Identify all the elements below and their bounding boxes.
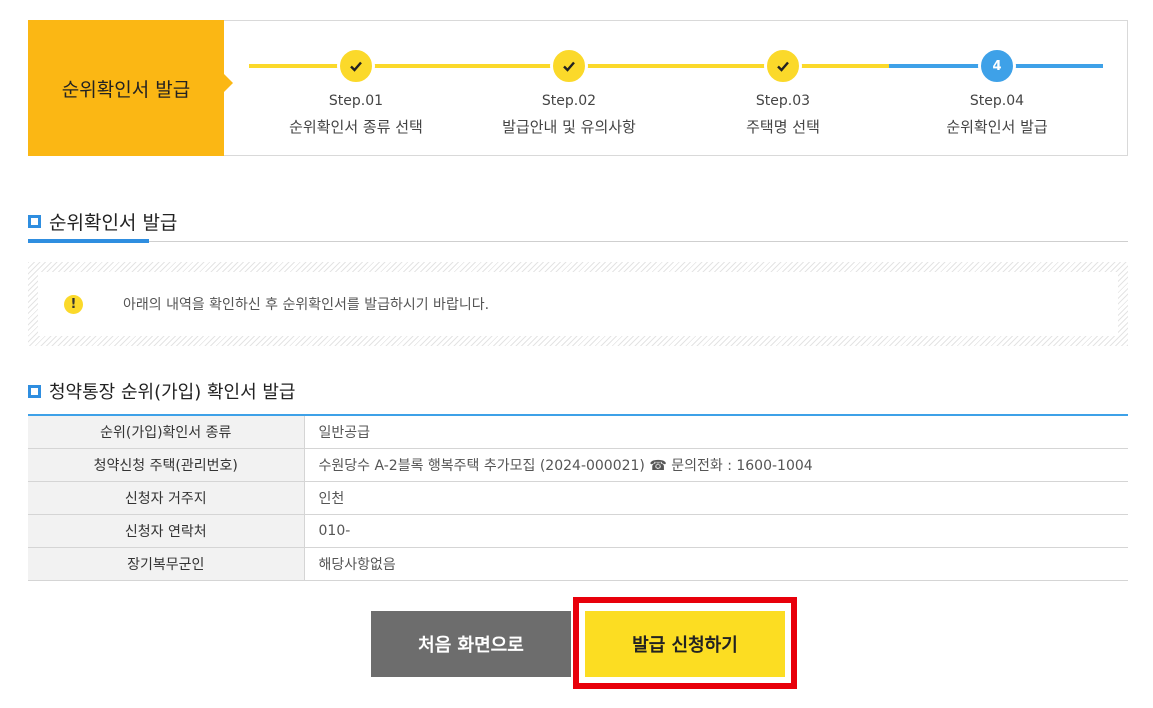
table-row: 순위(가입)확인서 종류 일반공급 bbox=[28, 415, 1128, 449]
row-label: 신청자 거주지 bbox=[28, 481, 305, 515]
square-bullet-icon bbox=[28, 215, 41, 228]
step-progress: 순위확인서 발급 Step.01 순위확인서 종류 선택 Step.02 발급안… bbox=[28, 20, 1128, 156]
notice-inner: ! 아래의 내역을 확인하신 후 순위확인서를 발급하시기 바랍니다. bbox=[38, 272, 1118, 336]
table-row: 청약신청 주택(관리번호) 수원당수 A-2블록 행복주택 추가모집 (2024… bbox=[28, 448, 1128, 482]
warning-icon: ! bbox=[64, 294, 83, 314]
check-icon bbox=[337, 47, 375, 85]
row-label: 장기복무군인 bbox=[28, 547, 305, 581]
step-label: 주택명 선택 bbox=[746, 118, 820, 136]
square-bullet-icon bbox=[28, 384, 41, 398]
divider bbox=[28, 241, 1128, 242]
step-label: 순위확인서 발급 bbox=[946, 118, 1048, 136]
row-value: 일반공급 bbox=[304, 415, 1128, 449]
row-value: 수원당수 A-2블록 행복주택 추가모집 (2024-000021) ☎ 문의전… bbox=[304, 448, 1128, 482]
step-label: 발급안내 및 유의사항 bbox=[502, 118, 636, 136]
section-heading-issue: 순위확인서 발급 bbox=[28, 208, 177, 235]
section-heading-certificate: 청약통장 순위(가입) 확인서 발급 bbox=[28, 378, 296, 404]
row-value: 010- bbox=[304, 514, 1128, 548]
steps-area: Step.01 순위확인서 종류 선택 Step.02 발급안내 및 유의사항 … bbox=[249, 21, 1103, 157]
step-4: 4 Step.04 순위확인서 발급 bbox=[897, 21, 1097, 157]
table-row: 신청자 거주지 인천 bbox=[28, 481, 1128, 515]
check-icon bbox=[550, 47, 588, 85]
step-number: Step.01 bbox=[328, 93, 384, 109]
notice-box: ! 아래의 내역을 확인하신 후 순위확인서를 발급하시기 바랍니다. bbox=[28, 262, 1128, 346]
step-3: Step.03 주택명 선택 bbox=[683, 21, 883, 157]
certificate-info-table: 순위(가입)확인서 종류 일반공급 청약신청 주택(관리번호) 수원당수 A-2… bbox=[28, 414, 1128, 581]
row-label: 신청자 연락처 bbox=[28, 514, 305, 548]
step-label: 순위확인서 종류 선택 bbox=[289, 118, 423, 136]
notice-text: 아래의 내역을 확인하신 후 순위확인서를 발급하시기 바랍니다. bbox=[123, 297, 490, 313]
step-number: Step.04 bbox=[969, 93, 1025, 109]
step-number: Step.02 bbox=[541, 93, 597, 109]
step-4-badge: 4 bbox=[978, 47, 1016, 85]
row-label: 청약신청 주택(관리번호) bbox=[28, 448, 305, 482]
table-row: 장기복무군인 해당사항없음 bbox=[28, 547, 1128, 581]
step-number: Step.03 bbox=[755, 93, 811, 109]
step-1: Step.01 순위확인서 종류 선택 bbox=[256, 21, 456, 157]
table-row: 신청자 연락처 010- bbox=[28, 514, 1128, 548]
home-button[interactable]: 처음 화면으로 bbox=[371, 611, 571, 677]
row-label: 순위(가입)확인서 종류 bbox=[28, 415, 305, 449]
section-title: 청약통장 순위(가입) 확인서 발급 bbox=[49, 382, 296, 403]
section-title: 순위확인서 발급 bbox=[49, 212, 178, 234]
row-value: 해당사항없음 bbox=[304, 547, 1128, 581]
row-value: 인천 bbox=[304, 481, 1128, 515]
check-icon bbox=[764, 47, 802, 85]
apply-issue-button[interactable]: 발급 신청하기 bbox=[585, 611, 785, 677]
step-2: Step.02 발급안내 및 유의사항 bbox=[469, 21, 669, 157]
stepper-title: 순위확인서 발급 bbox=[28, 20, 233, 156]
heading-underline bbox=[28, 239, 149, 243]
